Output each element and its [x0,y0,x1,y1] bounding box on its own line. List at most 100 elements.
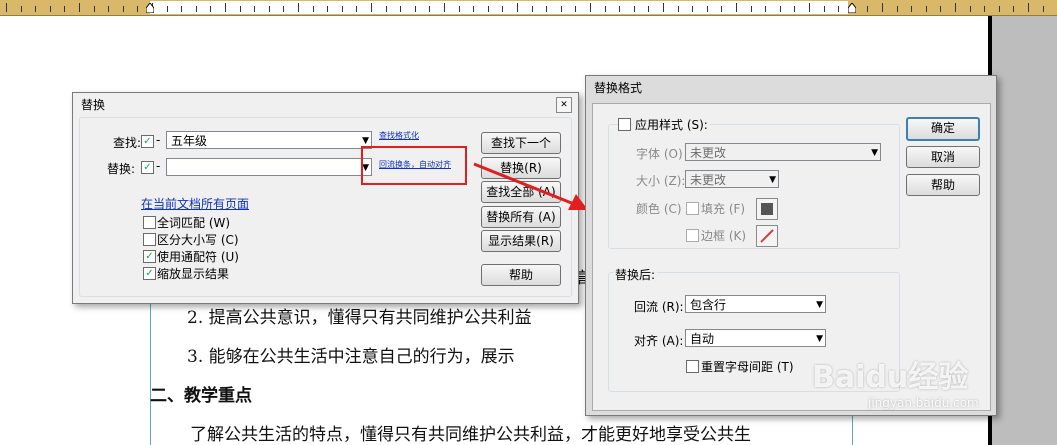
font-select[interactable]: 未更改 ▼ [685,143,881,161]
ruler-tick [751,6,752,12]
size-label: 大小 (Z): [636,174,686,188]
ruler-tick [196,6,197,12]
chevron-down-icon[interactable]: ▼ [816,296,823,314]
ruler-tick [911,6,912,12]
ruler-tick [605,6,606,12]
ruler[interactable] [0,0,1057,16]
left-indent-marker[interactable] [146,3,154,13]
border-swatch[interactable] [756,225,778,247]
ruler-tick [313,6,314,12]
right-indent-marker[interactable] [848,3,856,13]
find-input[interactable]: 五年级 ▼ [166,131,372,149]
find-format-link[interactable]: 查找格式化 [379,130,419,141]
whole-word-checkbox[interactable] [143,216,156,229]
ruler-tick [386,6,387,12]
ruler-tick [999,6,1000,12]
ruler-tick [371,3,372,12]
watermark-brand: Baidu经验 [812,360,969,395]
ruler-tick [575,6,576,12]
replace-label: 替换: [107,162,136,176]
ruler-tick [342,6,343,12]
ruler-tick [678,6,679,12]
whole-word-label: 全词匹配 (W) [157,216,231,230]
ruler-tick [459,6,460,12]
help-button[interactable]: 帮助 [906,174,980,196]
color-label: 颜色 (C) [636,202,682,216]
ruler-tick [108,6,109,12]
find-enable-checkbox[interactable]: ✓ [141,135,154,148]
ruler-tick [1013,6,1014,12]
ruler-tick [546,6,547,12]
ruler-tick [970,6,971,12]
ruler-tick [356,6,357,12]
apply-style-checkbox[interactable] [618,118,631,131]
reflow-select[interactable]: 包含行 ▼ [685,295,826,313]
find-next-button[interactable]: 查找下一个 [481,132,561,154]
ruler-tick [648,6,649,12]
zoom-results-checkbox[interactable]: ✓ [143,267,156,280]
ruler-tick [897,6,898,12]
ruler-tick [532,6,533,12]
ruler-tick [634,6,635,12]
ruler-tick [35,6,36,12]
ruler-tick [444,3,445,12]
close-icon[interactable]: ✕ [556,97,572,113]
replace-dash: - [156,159,161,173]
ok-button[interactable]: 确定 [906,117,980,141]
ruler-tick [838,6,839,12]
replace-dialog-title: 替换 [81,98,106,112]
ruler-tick [283,6,284,12]
scope-link[interactable]: 在当前文档所有页面 [141,195,249,212]
ruler-tick [298,3,299,12]
ruler-tick [50,6,51,12]
ruler-tick [137,6,138,12]
ruler-tick [780,6,781,12]
ruler-tick [502,6,503,12]
ruler-tick [926,6,927,12]
doc-line-3: 3. 能够在公共生活中注意自己的行为，展示 [187,347,515,367]
match-case-checkbox[interactable] [143,233,156,246]
reset-spacing-label: 重置字母间距 (T) [701,360,794,374]
ruler-tick [1028,3,1029,12]
chevron-down-icon[interactable]: ▼ [871,144,878,162]
cancel-button[interactable]: 取消 [906,146,980,168]
ruler-tick [692,6,693,12]
chevron-down-icon[interactable]: ▼ [816,330,823,348]
ruler-tick [269,6,270,12]
help-button[interactable]: 帮助 [481,264,561,286]
font-label: 字体 (O) [636,147,683,161]
ruler-tick [210,6,211,12]
chevron-down-icon[interactable]: ▼ [769,171,776,189]
ruler-tick [123,6,124,12]
border-checkbox[interactable] [686,229,699,242]
ruler-tick [94,6,95,12]
replace-enable-checkbox[interactable]: ✓ [141,161,154,174]
ruler-tick [167,6,168,12]
fill-label: 填充 (F) [701,202,746,216]
ruler-tick [79,3,80,12]
arrow-icon [473,162,588,210]
ruler-tick [429,6,430,12]
align-label: 对齐 (A): [634,334,684,348]
ruler-tick [225,3,226,12]
format-dialog-title: 替换格式 [594,81,643,95]
ruler-tick [473,6,474,12]
fill-checkbox[interactable] [686,202,699,215]
fill-swatch[interactable] [756,198,778,220]
ruler-tick [721,6,722,12]
wildcards-checkbox[interactable]: ✓ [143,250,156,263]
ruler-tick [794,6,795,12]
ruler-tick [867,6,868,12]
ruler-tick [561,6,562,12]
text-frame-left [150,300,151,445]
replace-input[interactable]: ▼ [166,158,372,176]
reflow-value: 包含行 [690,298,727,312]
ruler-tick [765,6,766,12]
size-select[interactable]: 未更改 ▼ [685,170,779,188]
reset-spacing-checkbox[interactable] [686,360,699,373]
doc-line-2: 2. 提高公共意识，懂得只有共同维护公共利益 [187,308,532,328]
show-results-button[interactable]: 显示结果(R) [481,230,561,252]
find-label: 查找: [113,136,142,150]
ruler-tick [181,6,182,12]
align-select[interactable]: 自动 ▼ [685,329,826,347]
